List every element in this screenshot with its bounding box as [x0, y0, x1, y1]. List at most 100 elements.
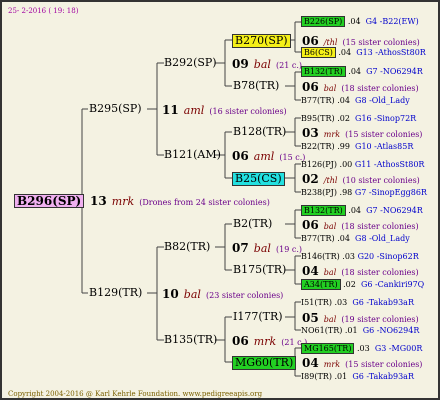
g4-val-6: .00 — [339, 160, 353, 169]
g3-num-0: 06 — [302, 34, 319, 48]
g4-row-2: B132(TR) .04 G7 -NO6294R — [301, 66, 423, 78]
g4-extra-10: G20 -Sinop62R — [357, 252, 419, 261]
g4-val-9: .04 — [337, 234, 350, 243]
g3-name-4: B2(TR) — [233, 217, 273, 230]
g4-val-7: .98 — [339, 188, 353, 197]
copyright-footer: Copyright 2004-2016 @ Karl Kehrle Founda… — [8, 390, 263, 398]
g4-extra-11: G6 -Cankiri97Q — [360, 280, 425, 289]
g4-val-13: .01 — [344, 326, 358, 335]
g3-name-1: B78(TR) — [233, 79, 280, 92]
g2-code-3: mrk — [253, 335, 277, 348]
root-queen-label: B296(SP) — [14, 194, 85, 208]
g4-val-12: .03 — [334, 298, 348, 307]
g1-info-0: 11 aml (16 sister colonies) — [162, 103, 287, 118]
g3-info-6: 05 bal (19 sister colonies) — [302, 311, 419, 326]
g4-name-1: B6(CS) — [301, 47, 336, 58]
g3-code-5: bal — [323, 268, 337, 277]
g3-num-5: 04 — [302, 264, 319, 278]
g1-num-0: 11 — [162, 103, 179, 117]
g3-code-4: bal — [323, 222, 337, 231]
g3-name-0: B270(SP) — [232, 34, 291, 48]
g4-name-8: B132(TR) — [301, 205, 346, 216]
root-sub: (Drones from 24 sister colonies) — [139, 198, 270, 207]
g3-code-6: bal — [323, 315, 337, 324]
g4-val-5: .99 — [337, 142, 350, 151]
g3-sub-1: (18 sister colonies) — [341, 84, 419, 93]
g4-name-13: NO61(TR) — [301, 326, 343, 335]
g4-extra-5: G10 -Atlas85R — [355, 142, 414, 151]
g4-row-6: B126(PJ) .00 G11 -AthosSt80R — [301, 159, 424, 171]
g4-name-5: B22(TR) — [301, 142, 335, 151]
g4-row-8: B132(TR) .04 G7 -NO6294R — [301, 205, 423, 217]
g2-name-3: B135(TR) — [164, 333, 218, 346]
g4-name-15: I89(TR) — [301, 372, 332, 381]
g2-info-2: 07 bal (19 c.) — [232, 241, 302, 256]
g4-extra-4: G16 -Sinop72R — [355, 114, 417, 123]
g4-name-14: MG165(TR) — [301, 343, 355, 354]
g2-code-2: bal — [253, 242, 271, 255]
g4-extra-0: G4 -B22(EW) — [365, 17, 419, 26]
g4-name-10: B146(TR) — [301, 252, 340, 261]
g4-val-11: .02 — [343, 280, 356, 289]
g4-row-5: B22(TR) .99 G10 -Atlas85R — [301, 141, 413, 153]
g4-row-10: B146(TR) .03 G20 -Sinop62R — [301, 251, 419, 263]
g2-name-2: B82(TR) — [164, 240, 211, 253]
g4-row-3: B77(TR) .04 G8 -Old_Lady — [301, 95, 410, 107]
g3-sub-6: (19 sister colonies) — [341, 315, 419, 324]
g3-name-5: B175(TR) — [233, 263, 287, 276]
g3-code-2: mrk — [323, 130, 341, 139]
g1-code-1: bal — [183, 288, 201, 301]
g4-row-9: B77(TR) .04 G8 -Old_Lady — [301, 233, 410, 245]
g2-name-0: B292(SP) — [164, 56, 217, 69]
g3-name-6: I177(TR) — [233, 310, 283, 323]
g4-extra-8: G7 -NO6294R — [366, 206, 423, 215]
g4-extra-15: G6 -Takab93aR — [352, 372, 414, 381]
g4-row-11: A34(TR) .02 G6 -Cankiri97Q — [301, 279, 424, 291]
g4-row-0: B226(SP) .04 G4 -B22(EW) — [301, 16, 419, 28]
g3-num-6: 05 — [302, 311, 319, 325]
g3-code-3: /thl — [323, 176, 338, 185]
g4-row-7: B238(PJ) .98 G7 -SinopEgg86R — [301, 187, 427, 199]
g3-name-7: MG60(TR) — [232, 356, 297, 370]
g4-name-12: I51(TR) — [301, 298, 332, 307]
g2-code-0: bal — [253, 58, 271, 71]
g4-extra-13: G6 -NO6294R — [362, 326, 420, 335]
g3-info-7: 04 mrk (15 sister colonies) — [302, 356, 422, 371]
g3-info-4: 06 bal (18 sister colonies) — [302, 218, 419, 233]
g4-extra-3: G8 -Old_Lady — [355, 96, 410, 105]
g4-extra-9: G8 -Old_Lady — [355, 234, 410, 243]
g3-sub-5: (18 sister colonies) — [341, 268, 419, 277]
g2-info-0: 09 bal (21 c.) — [232, 57, 302, 72]
g4-row-1: B6(CS) .04 G13 -AthosSt80R — [301, 47, 426, 59]
g3-num-7: 04 — [302, 356, 319, 370]
g3-code-1: bal — [323, 84, 337, 93]
g3-sub-4: (18 sister colonies) — [341, 222, 419, 231]
g3-sub-3: (10 sister colonies) — [342, 176, 420, 185]
g2-num-0: 09 — [232, 57, 249, 71]
root-num: 13 — [90, 194, 107, 208]
g4-val-14: .03 — [357, 344, 370, 353]
g4-row-12: I51(TR) .03 G6 -Takab93aR — [301, 297, 414, 309]
date-stamp: 25- 2-2016 ( 19: 18) — [8, 7, 79, 15]
g4-extra-14: G3 -MG00R — [374, 344, 423, 353]
g3-num-1: 06 — [302, 80, 319, 94]
g4-val-4: .02 — [337, 114, 350, 123]
g4-row-14: MG165(TR) .03 G3 -MG00R — [301, 343, 422, 355]
g3-info-1: 06 bal (18 sister colonies) — [302, 80, 419, 95]
g4-extra-12: G6 -Takab93aR — [352, 298, 414, 307]
g4-val-15: .01 — [334, 372, 348, 381]
g1-name-0: B295(SP) — [89, 102, 142, 115]
g4-row-4: B95(TR) .02 G16 -Sinop72R — [301, 113, 416, 125]
g1-num-1: 10 — [162, 287, 179, 301]
g2-info-3: 06 mrk (21 c.) — [232, 334, 307, 349]
g1-sub-0: (16 sister colonies) — [209, 107, 287, 116]
g4-val-1: .04 — [338, 48, 352, 57]
g4-name-4: B95(TR) — [301, 114, 335, 123]
g4-row-15: I89(TR) .01 G6 -Takab93aR — [301, 371, 414, 383]
g3-info-2: 03 mrk (15 sister colonies) — [302, 126, 422, 141]
g4-name-6: B126(PJ) — [301, 160, 337, 169]
pedigree-chart: 25- 2-2016 ( 19: 18) B296(SP) 13 mrk (Dr… — [0, 0, 440, 400]
g4-row-13: NO61(TR) .01 G6 -NO6294R — [301, 325, 419, 337]
g4-val-10: .03 — [342, 252, 356, 261]
g4-name-7: B238(PJ) — [301, 188, 337, 197]
